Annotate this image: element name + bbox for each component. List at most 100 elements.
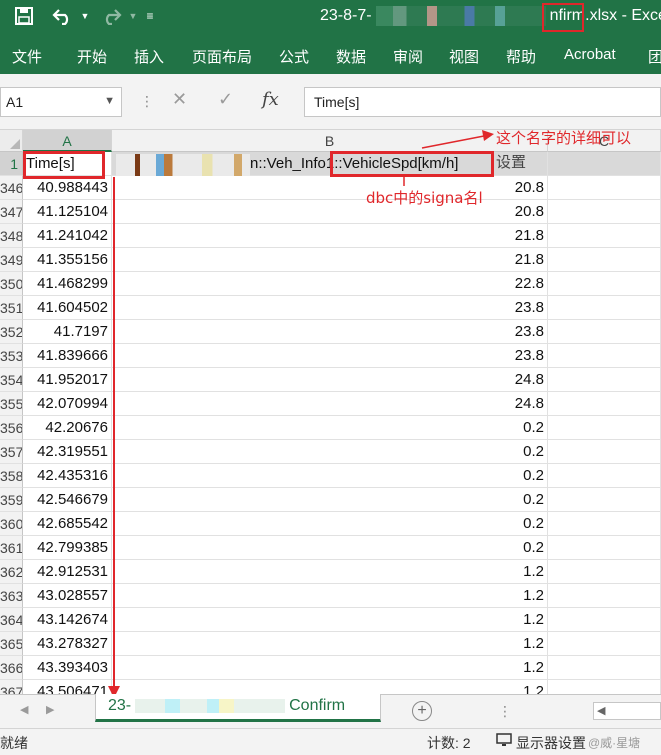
save-icon[interactable] bbox=[12, 4, 36, 28]
scroll-left-icon[interactable]: ◀ bbox=[597, 704, 605, 717]
table-cell-speed[interactable]: 21.8 bbox=[112, 224, 548, 248]
row-header[interactable]: 356 bbox=[0, 416, 23, 440]
table-cell-time[interactable]: 43.028557 bbox=[23, 584, 112, 608]
select-all-corner[interactable] bbox=[0, 130, 23, 152]
table-cell-empty[interactable] bbox=[548, 560, 661, 584]
display-settings-icon[interactable] bbox=[496, 732, 512, 751]
tab-split-dots-icon[interactable]: ⋮ bbox=[498, 703, 512, 720]
cancel-icon[interactable]: ✕ bbox=[172, 89, 187, 110]
table-cell-time[interactable]: 42.799385 bbox=[23, 536, 112, 560]
table-cell-time[interactable]: 42.070994 bbox=[23, 392, 112, 416]
table-cell-speed[interactable]: 0.2 bbox=[112, 464, 548, 488]
table-cell-speed[interactable]: 0.2 bbox=[112, 512, 548, 536]
row-header[interactable]: 349 bbox=[0, 248, 23, 272]
table-cell-time[interactable]: 43.393403 bbox=[23, 656, 112, 680]
row-header[interactable]: 359 bbox=[0, 488, 23, 512]
table-cell-time[interactable]: 40.988443 bbox=[23, 176, 112, 200]
sheet-tab-active[interactable]: 23- Confirm bbox=[95, 694, 381, 722]
table-cell-speed[interactable]: 1.2 bbox=[112, 680, 548, 694]
add-sheet-icon[interactable]: + bbox=[412, 701, 432, 721]
table-cell-empty[interactable] bbox=[548, 344, 661, 368]
row-header[interactable]: 350 bbox=[0, 272, 23, 296]
tab-data[interactable]: 数据 bbox=[336, 46, 366, 67]
table-cell-empty[interactable] bbox=[548, 320, 661, 344]
tab-page-layout[interactable]: 页面布局 bbox=[192, 46, 252, 67]
table-cell-speed[interactable]: 1.2 bbox=[112, 560, 548, 584]
table-cell-speed[interactable]: 23.8 bbox=[112, 344, 548, 368]
row-header[interactable]: 362 bbox=[0, 560, 23, 584]
table-cell-speed[interactable]: 23.8 bbox=[112, 296, 548, 320]
table-cell-empty[interactable] bbox=[548, 416, 661, 440]
row-header[interactable]: 352 bbox=[0, 320, 23, 344]
row-header[interactable]: 354 bbox=[0, 368, 23, 392]
table-cell-empty[interactable] bbox=[548, 392, 661, 416]
tab-file[interactable]: 文件 bbox=[12, 46, 42, 67]
row-header[interactable]: 364 bbox=[0, 608, 23, 632]
table-cell-speed[interactable]: 0.2 bbox=[112, 440, 548, 464]
formula-input[interactable]: Time[s] bbox=[304, 87, 661, 117]
undo-dropdown-icon[interactable]: ▼ bbox=[78, 4, 92, 28]
table-cell-empty[interactable] bbox=[548, 632, 661, 656]
table-cell-time[interactable]: 42.319551 bbox=[23, 440, 112, 464]
table-cell-speed[interactable]: 23.8 bbox=[112, 320, 548, 344]
row-header[interactable]: 1 bbox=[0, 152, 23, 176]
table-cell-empty[interactable] bbox=[548, 488, 661, 512]
table-cell-speed[interactable]: 22.8 bbox=[112, 272, 548, 296]
table-cell-time[interactable]: 43.142674 bbox=[23, 608, 112, 632]
table-cell-time[interactable]: 41.839666 bbox=[23, 344, 112, 368]
table-cell-empty[interactable] bbox=[548, 608, 661, 632]
row-header[interactable]: 367 bbox=[0, 680, 23, 694]
tab-insert[interactable]: 插入 bbox=[134, 46, 164, 67]
table-cell-time[interactable]: 41.241042 bbox=[23, 224, 112, 248]
name-box[interactable]: A1 ▼ bbox=[0, 87, 122, 117]
table-cell-speed[interactable]: 1.2 bbox=[112, 608, 548, 632]
insert-function-icon[interactable]: fx bbox=[262, 89, 279, 110]
table-cell-time[interactable]: 41.355156 bbox=[23, 248, 112, 272]
table-cell-speed[interactable]: 24.8 bbox=[112, 392, 548, 416]
row-header[interactable]: 347 bbox=[0, 200, 23, 224]
row-header[interactable]: 361 bbox=[0, 536, 23, 560]
table-cell-time[interactable]: 41.468299 bbox=[23, 272, 112, 296]
table-cell-empty[interactable] bbox=[548, 464, 661, 488]
tab-formulas[interactable]: 公式 bbox=[279, 46, 309, 67]
row-header[interactable]: 360 bbox=[0, 512, 23, 536]
tab-acrobat[interactable]: Acrobat bbox=[564, 46, 616, 63]
row-header[interactable]: 346 bbox=[0, 176, 23, 200]
row-header[interactable]: 348 bbox=[0, 224, 23, 248]
table-cell-time[interactable]: 41.7197 bbox=[23, 320, 112, 344]
table-cell-empty[interactable] bbox=[548, 200, 661, 224]
row-header[interactable]: 363 bbox=[0, 584, 23, 608]
table-cell-speed[interactable]: 1.2 bbox=[112, 656, 548, 680]
row-header[interactable]: 351 bbox=[0, 296, 23, 320]
table-cell-empty[interactable] bbox=[548, 368, 661, 392]
table-cell-time[interactable]: 41.952017 bbox=[23, 368, 112, 392]
chevron-down-icon[interactable]: ▼ bbox=[104, 95, 115, 107]
table-cell-empty[interactable] bbox=[548, 248, 661, 272]
table-cell-time[interactable]: 41.604502 bbox=[23, 296, 112, 320]
table-cell-time[interactable]: 41.125104 bbox=[23, 200, 112, 224]
table-cell-time[interactable]: 42.546679 bbox=[23, 488, 112, 512]
table-cell-speed[interactable]: 1.2 bbox=[112, 632, 548, 656]
table-cell-time[interactable]: 42.435316 bbox=[23, 464, 112, 488]
redo-dropdown-icon[interactable]: ▼ bbox=[126, 4, 140, 28]
table-cell-empty[interactable] bbox=[548, 440, 661, 464]
tab-team[interactable]: 团 bbox=[648, 46, 661, 67]
table-cell-time[interactable]: 43.278327 bbox=[23, 632, 112, 656]
customize-toolbar-icon[interactable]: ≡ bbox=[142, 4, 158, 28]
sheet-next-icon[interactable]: ▶ bbox=[46, 703, 54, 716]
table-cell-empty[interactable] bbox=[548, 656, 661, 680]
table-cell-empty[interactable] bbox=[548, 296, 661, 320]
tab-review[interactable]: 审阅 bbox=[393, 46, 423, 67]
row-header[interactable]: 365 bbox=[0, 632, 23, 656]
table-cell-empty[interactable] bbox=[548, 680, 661, 694]
row-header[interactable]: 366 bbox=[0, 656, 23, 680]
row-header[interactable]: 357 bbox=[0, 440, 23, 464]
table-cell-time[interactable]: 42.685542 bbox=[23, 512, 112, 536]
tab-help[interactable]: 帮助 bbox=[506, 46, 536, 67]
sheet-prev-icon[interactable]: ◀ bbox=[20, 703, 28, 716]
table-cell-empty[interactable] bbox=[548, 512, 661, 536]
row-header[interactable]: 355 bbox=[0, 392, 23, 416]
table-cell-empty[interactable] bbox=[548, 584, 661, 608]
table-cell-speed[interactable]: 21.8 bbox=[112, 248, 548, 272]
horizontal-scrollbar[interactable]: ◀ bbox=[593, 702, 661, 720]
